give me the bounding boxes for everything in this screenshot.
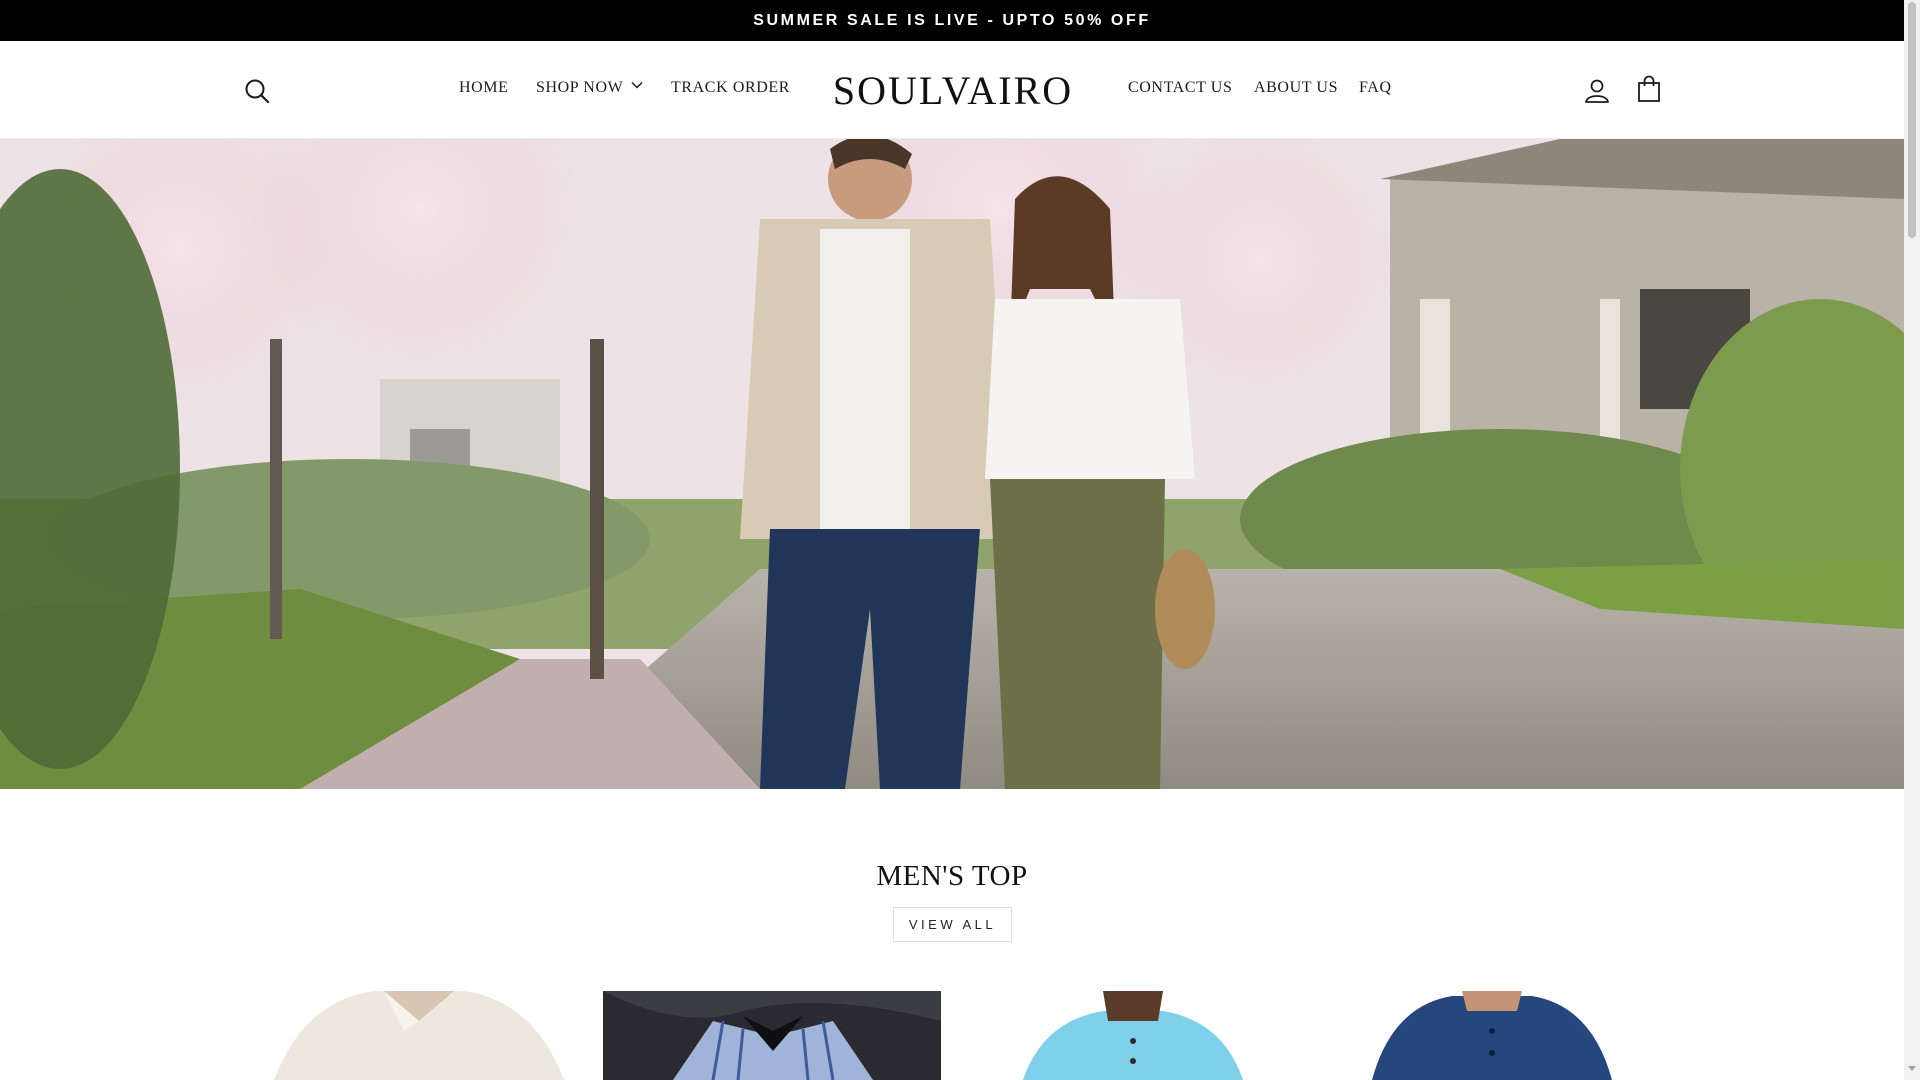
shopping-bag-icon[interactable] [1635,75,1663,103]
view-all-button[interactable]: VIEW ALL [893,907,1012,942]
user-icon[interactable] [1583,77,1611,105]
nav-track-order[interactable]: TRACK ORDER [671,79,790,97]
nav-home[interactable]: HOME [459,79,509,97]
product-card[interactable] [963,991,1301,1080]
chevron-down-icon [631,81,643,89]
nav-about-us[interactable]: ABOUT US [1254,79,1338,97]
nav-shop-now[interactable]: SHOP NOW [536,79,643,97]
section-title: MEN'S TOP [876,860,1028,892]
product-card[interactable] [603,991,941,1080]
site-header: HOME SHOP NOW TRACK ORDER SOULVAIRO CONT… [0,41,1904,139]
scroll-down-arrow[interactable] [1908,1066,1916,1071]
view-all-label: VIEW ALL [908,917,997,932]
site-logo[interactable]: SOULVAIRO [820,67,1086,114]
announcement-text: SUMMER SALE IS LIVE - UPTO 50% OFF [753,11,1151,29]
nav-contact-us[interactable]: CONTACT US [1128,79,1232,97]
product-image [603,991,941,1080]
product-card[interactable] [244,991,582,1080]
hero-image [0,139,1904,789]
announcement-bar: SUMMER SALE IS LIVE - UPTO 50% OFF [0,0,1904,41]
nav-faq[interactable]: FAQ [1359,79,1392,97]
product-image [1322,991,1660,1080]
product-image [963,991,1301,1080]
nav-shop-now-label: SHOP NOW [536,79,624,96]
search-icon[interactable] [243,77,271,105]
scrollbar-thumb[interactable] [1908,2,1916,238]
product-card[interactable] [1322,991,1660,1080]
scrollbar[interactable] [1904,0,1920,1080]
product-image [244,991,582,1080]
hero-banner[interactable] [0,139,1904,789]
